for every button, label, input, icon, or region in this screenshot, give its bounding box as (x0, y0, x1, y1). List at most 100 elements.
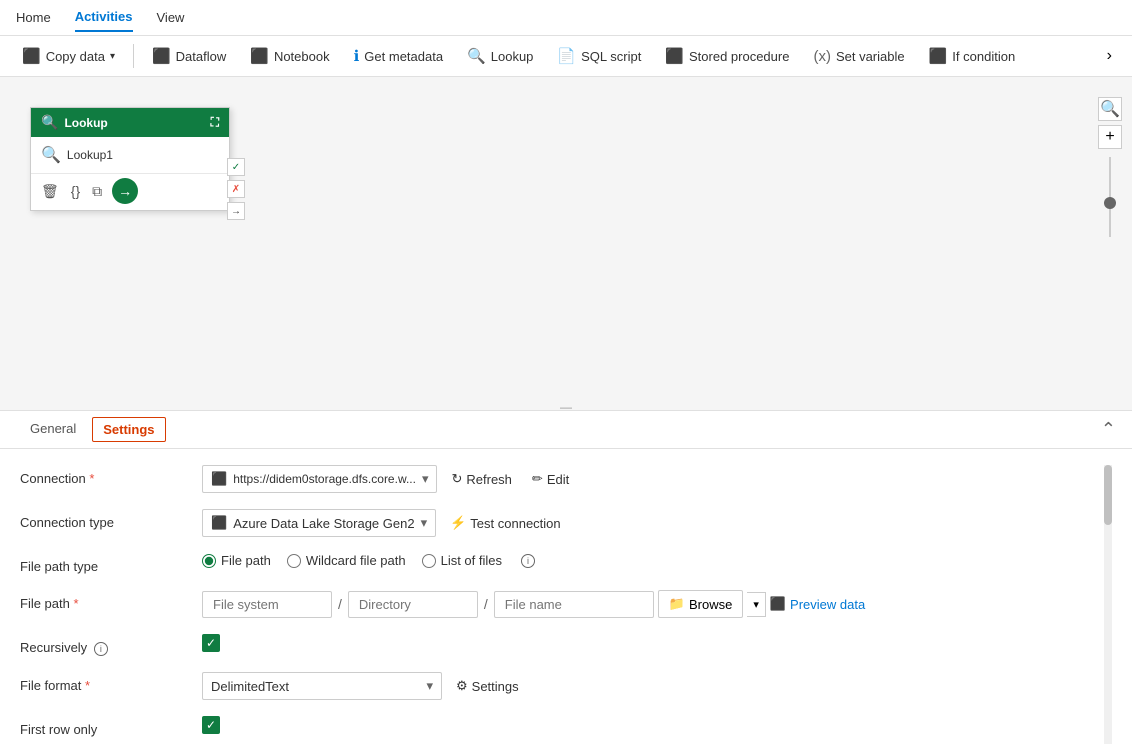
connection-type-row: Connection type ⬛ Azure Data Lake Storag… (20, 509, 1096, 537)
menu-home[interactable]: Home (16, 4, 51, 31)
notebook-button[interactable]: ⬛ Notebook (240, 42, 339, 70)
canvas-area[interactable]: 🔍 Lookup ⛶ 🔍 Lookup1 🗑 {} ⧉ → ✓ ✗ → (0, 77, 1132, 410)
file-path-type-label: File path type (20, 553, 190, 574)
node-code-button[interactable]: {} (69, 181, 82, 201)
file-path-inputs: / / 📁 Browse ▾ ⬛ Preview data (202, 590, 865, 618)
connection-required: * (89, 471, 94, 486)
connection-value: https://didem0storage.dfs.core.w... (233, 472, 416, 486)
resize-handle[interactable]: — (546, 404, 586, 410)
path-sep-2: / (482, 596, 490, 612)
tab-general[interactable]: General (16, 413, 90, 446)
menu-activities[interactable]: Activities (75, 3, 133, 32)
scrollbar-track[interactable] (1104, 465, 1112, 744)
dataflow-button[interactable]: ⬛ Dataflow (142, 42, 236, 70)
test-connection-button[interactable]: ⚡ Test connection (444, 511, 567, 535)
connection-type-label: Connection type (20, 509, 190, 530)
toolbar-more-button[interactable]: › (1099, 42, 1120, 70)
if-condition-button[interactable]: ⬛ If condition (919, 42, 1026, 70)
recursively-controls: ✓ (202, 634, 1096, 652)
azure-icon: ⬛ (211, 515, 227, 531)
browse-dropdown-button[interactable]: ▾ (747, 592, 766, 617)
set-variable-button[interactable]: (x) Set variable (803, 43, 914, 70)
first-row-only-controls: ✓ (202, 716, 1096, 734)
recursively-info-icon: i (94, 642, 108, 656)
node-copy-button[interactable]: ⧉ (90, 181, 104, 202)
radio-list-of-files[interactable]: List of files (422, 553, 502, 568)
stored-procedure-button[interactable]: ⬛ Stored procedure (655, 42, 799, 70)
connector-complete[interactable]: → (227, 202, 245, 220)
sql-script-button[interactable]: 📄 SQL script (547, 42, 651, 70)
file-format-label: File format * (20, 672, 190, 693)
recursively-checkbox[interactable]: ✓ (202, 634, 220, 652)
radio-wildcard-input[interactable] (287, 554, 301, 568)
preview-data-button[interactable]: ⬛ Preview data (770, 596, 865, 612)
connection-type-value: Azure Data Lake Storage Gen2 (233, 516, 414, 531)
zoom-thumb (1104, 197, 1116, 209)
refresh-button[interactable]: ↻ Refresh (445, 467, 517, 491)
file-format-settings-button[interactable]: ⚙ Settings (450, 674, 525, 698)
node-header: 🔍 Lookup ⛶ (31, 108, 229, 137)
notebook-icon: ⬛ (250, 47, 269, 65)
radio-file-path-input[interactable] (202, 554, 216, 568)
connection-type-controls: ⬛ Azure Data Lake Storage Gen2 ▾ ⚡ Test … (202, 509, 1096, 537)
node-actions: 🗑 {} ⧉ → (31, 173, 229, 210)
radio-group: File path Wildcard file path List of fil… (202, 553, 535, 568)
toolbar: ⬛ Copy data ▾ ⬛ Dataflow ⬛ Notebook ℹ Ge… (0, 36, 1132, 77)
radio-list-input[interactable] (422, 554, 436, 568)
file-path-type-row: File path type File path Wildcard file p… (20, 553, 1096, 574)
refresh-icon: ↻ (451, 471, 462, 487)
test-connection-icon: ⚡ (450, 515, 466, 531)
first-row-only-row: First row only ✓ (20, 716, 1096, 737)
copy-data-dropdown-icon: ▾ (110, 51, 115, 62)
sep1 (133, 44, 134, 68)
first-row-only-checkbox[interactable]: ✓ (202, 716, 220, 734)
connection-label: Connection * (20, 465, 190, 486)
file-format-settings-icon: ⚙ (456, 678, 468, 694)
lookup-button[interactable]: 🔍 Lookup (457, 42, 543, 70)
connection-type-dropdown[interactable]: ⬛ Azure Data Lake Storage Gen2 ▾ (202, 509, 436, 537)
file-path-row: File path * / / 📁 Browse (20, 590, 1096, 618)
connection-row: Connection * ⬛ https://didem0storage.dfs… (20, 465, 1096, 493)
dataflow-icon: ⬛ (152, 47, 171, 65)
zoom-plus-button[interactable]: + (1098, 125, 1122, 149)
get-metadata-button[interactable]: ℹ Get metadata (344, 42, 453, 70)
connector-fail[interactable]: ✗ (227, 180, 245, 198)
file-format-value: DelimitedText (211, 679, 289, 694)
panel-collapse-button[interactable]: ⌃ (1101, 419, 1116, 440)
menu-view[interactable]: View (157, 4, 185, 31)
set-variable-icon: (x) (813, 48, 831, 65)
connection-dropdown-arrow: ▾ (422, 471, 429, 487)
file-format-required: * (85, 678, 90, 693)
tab-bar: General Settings ⌃ (0, 411, 1132, 449)
lookup-icon: 🔍 (467, 47, 486, 65)
file-format-arrow: ▾ (426, 678, 433, 694)
stored-procedure-icon: ⬛ (665, 47, 684, 65)
tab-settings[interactable]: Settings (92, 417, 165, 442)
copy-data-button[interactable]: ⬛ Copy data ▾ (12, 42, 125, 70)
radio-wildcard[interactable]: Wildcard file path (287, 553, 406, 568)
radio-file-path[interactable]: File path (202, 553, 271, 568)
file-path-type-info-icon: i (521, 554, 535, 568)
sql-script-icon: 📄 (557, 47, 576, 65)
connection-controls: ⬛ https://didem0storage.dfs.core.w... ▾ … (202, 465, 1096, 493)
connection-dropdown[interactable]: ⬛ https://didem0storage.dfs.core.w... ▾ (202, 465, 437, 493)
zoom-search-button[interactable]: 🔍 (1098, 97, 1122, 121)
node-delete-button[interactable]: 🗑 (39, 181, 61, 202)
node-go-button[interactable]: → (112, 178, 138, 204)
browse-icon: 📁 (669, 596, 685, 612)
zoom-track (1109, 157, 1111, 237)
directory-input[interactable] (348, 591, 478, 618)
file-system-input[interactable] (202, 591, 332, 618)
file-name-input[interactable] (494, 591, 654, 618)
edit-button[interactable]: ✏ Edit (526, 467, 575, 491)
connector-success[interactable]: ✓ (227, 158, 245, 176)
node-expand-icon[interactable]: ⛶ (211, 115, 219, 130)
node-body-label: Lookup1 (67, 148, 113, 162)
recursively-label: Recursively i (20, 634, 190, 656)
settings-content: Connection * ⬛ https://didem0storage.dfs… (0, 449, 1132, 744)
scrollbar-thumb[interactable] (1104, 465, 1112, 525)
file-format-dropdown[interactable]: DelimitedText ▾ (202, 672, 442, 700)
file-path-controls: / / 📁 Browse ▾ ⬛ Preview data (202, 590, 1096, 618)
browse-button[interactable]: 📁 Browse (658, 590, 744, 618)
zoom-controls: 🔍 + (1098, 97, 1122, 241)
